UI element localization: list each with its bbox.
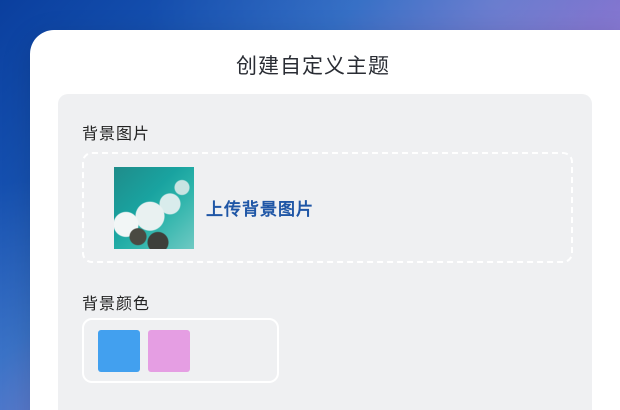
color-swatch-pink[interactable] <box>148 330 190 372</box>
upload-background-image-label: 上传背景图片 <box>206 200 314 220</box>
color-swatch-group <box>82 318 279 383</box>
theme-settings-panel: 背景图片 上传背景图片 背景颜色 <box>58 94 592 410</box>
background-image-thumbnail <box>114 166 194 249</box>
create-theme-dialog: 创建自定义主题 背景图片 上传背景图片 背景颜色 <box>30 30 620 410</box>
color-swatch-blue[interactable] <box>98 330 140 372</box>
background-image-label: 背景图片 <box>82 124 151 143</box>
background-color-label: 背景颜色 <box>82 294 151 313</box>
dialog-title: 创建自定义主题 <box>236 54 390 78</box>
upload-background-image-button[interactable]: 上传背景图片 <box>82 152 573 263</box>
